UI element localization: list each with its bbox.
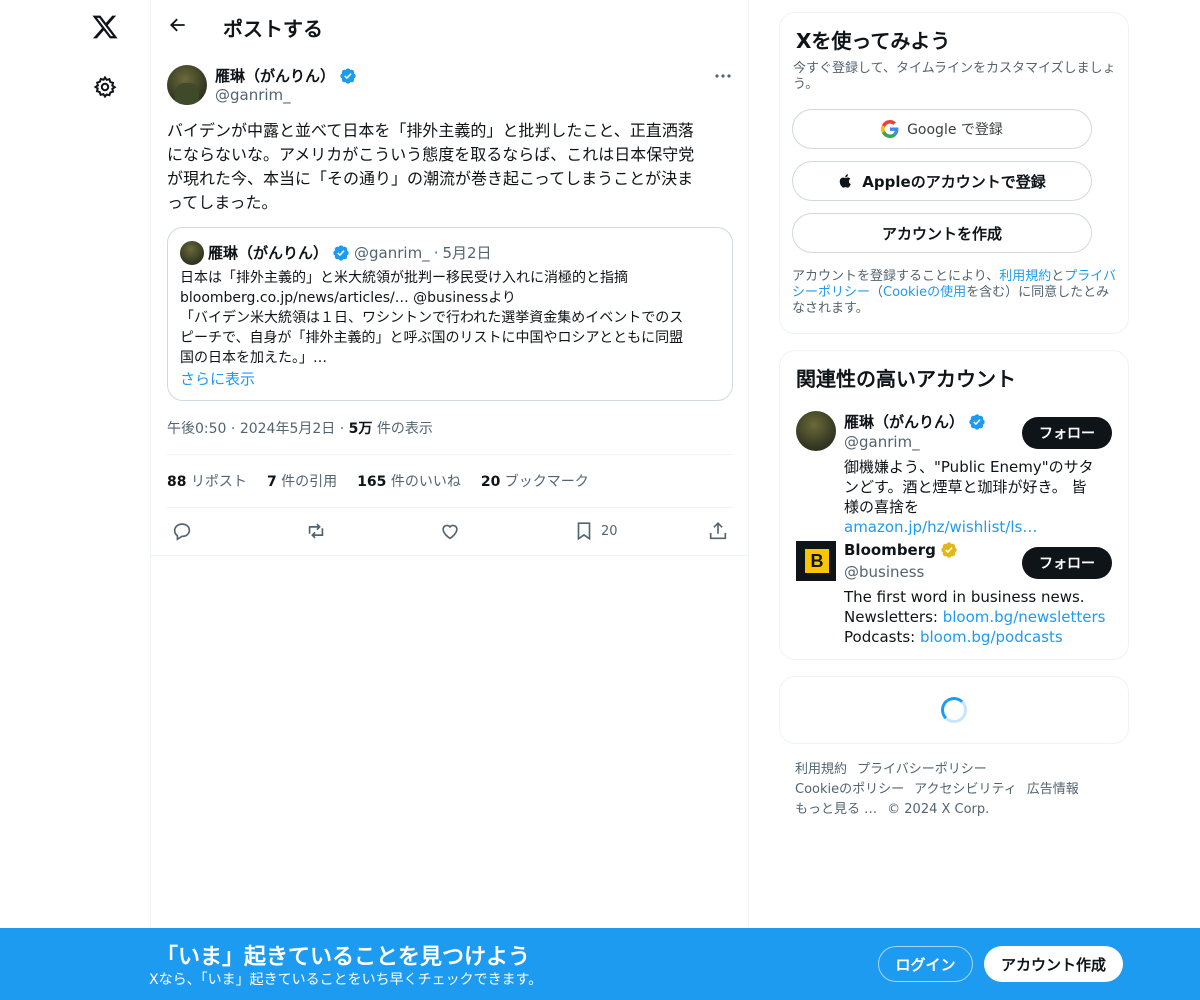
reply-icon[interactable] xyxy=(171,518,193,544)
repost-icon[interactable] xyxy=(305,518,327,544)
author-name-text: 雁琳（がんりん） xyxy=(215,67,336,85)
relevant-accounts-card: 関連性の高いアカウント 雁琳（がんりん） @ganrim_ 御機嫌よう、"Pub… xyxy=(779,350,1129,660)
divider xyxy=(167,507,733,508)
legal-text: アカウントを登録することにより、利用規約とプライバシーポリシー（Cookieの使… xyxy=(792,269,1117,316)
verified-badge-icon xyxy=(333,244,349,261)
signup-title: Xを使ってみよう xyxy=(796,29,951,53)
views-label: 件の表示 xyxy=(376,421,433,437)
stat-bookmarks[interactable]: 20 ブックマーク xyxy=(481,471,589,491)
follow-button[interactable]: フォロー xyxy=(1022,547,1112,579)
bookmark-button[interactable]: 20 xyxy=(573,518,618,544)
more-options-icon[interactable] xyxy=(711,64,735,88)
footer-more-link[interactable]: もっと見る … xyxy=(795,802,877,817)
tweet-timestamp: 午後0:50 · 2024年5月2日 · 5万 件の表示 xyxy=(167,421,433,437)
divider xyxy=(167,454,733,455)
views-count: 5万 xyxy=(348,421,373,437)
author-name[interactable]: 雁琳（がんりん） xyxy=(215,65,357,86)
dot-separator: · xyxy=(433,243,439,262)
engagement-stats: 88 リポスト 7 件の引用 165 件のいいね 20 ブックマーク xyxy=(167,471,589,491)
account-item[interactable]: 雁琳（がんりん） @ganrim_ 御機嫌よう、"Public Enemy"のサ… xyxy=(796,411,1116,536)
create-account-label: アカウントを作成 xyxy=(881,224,1002,243)
account-name[interactable]: Bloomberg xyxy=(844,541,958,559)
header: ポストする xyxy=(151,0,749,53)
left-nav xyxy=(0,0,150,1000)
apple-signup-label: Appleのアカウントで登録 xyxy=(862,172,1046,191)
like-icon[interactable] xyxy=(439,518,461,544)
quote-header: 雁琳（がんりん） @ganrim_ · 5月2日 xyxy=(208,242,492,263)
footer-privacy-link[interactable]: プライバシーポリシー xyxy=(857,762,987,777)
tweet-actions: 20 xyxy=(167,518,733,544)
quote-date: 5月2日 xyxy=(442,244,492,262)
author-handle[interactable]: @ganrim_ xyxy=(215,86,291,104)
account-item[interactable]: B Bloomberg @business The first word in … xyxy=(796,541,1116,651)
bookmark-icon xyxy=(577,522,591,541)
copyright: © 2024 X Corp. xyxy=(887,802,990,817)
back-arrow-icon[interactable] xyxy=(165,12,191,38)
tweet-date[interactable]: 2024年5月2日 xyxy=(240,421,335,437)
gear-icon[interactable] xyxy=(90,72,120,102)
bookmark-count: 20 xyxy=(601,523,618,539)
share-icon[interactable] xyxy=(707,518,729,544)
google-signup-label: Google で登録 xyxy=(907,122,1003,138)
stat-likes[interactable]: 165 件のいいね xyxy=(357,471,461,491)
google-signup-button[interactable]: Google で登録 xyxy=(792,109,1092,149)
account-handle[interactable]: @ganrim_ xyxy=(844,433,920,451)
footer-accessibility-link[interactable]: アクセシビリティ xyxy=(914,782,1017,797)
verified-badge-icon xyxy=(969,413,985,430)
quote-body: 日本は「排外主義的」と米大統領が批判ー移民受け入れに消極的と指摘 bloombe… xyxy=(180,270,684,366)
podcasts-link[interactable]: bloom.bg/podcasts xyxy=(920,628,1063,646)
login-button[interactable]: ログイン xyxy=(878,946,973,982)
cookie-link[interactable]: Cookieの使用 xyxy=(883,285,966,300)
footer-ads-link[interactable]: 広告情報 xyxy=(1027,782,1079,797)
bloomberg-logo-icon[interactable]: B xyxy=(796,541,836,581)
x-logo-icon[interactable] xyxy=(88,10,122,44)
footer-cookie-link[interactable]: Cookieのポリシー xyxy=(795,782,904,797)
banner-subtitle: Xなら、「いま」起きていることをいち早くチェックできます。 xyxy=(149,972,543,988)
tweet-text: バイデンが中露と並べて日本を「排外主義的」と批判したこと、正直洒落 にならないな… xyxy=(167,121,695,212)
quote-avatar xyxy=(180,241,204,265)
footer-terms-link[interactable]: 利用規約 xyxy=(795,762,847,777)
account-bio: 御機嫌よう、"Public Enemy"のサタンどす。酒と煙草と珈琲が好き。 皆… xyxy=(844,458,1094,536)
apple-icon xyxy=(840,174,852,188)
avatar[interactable] xyxy=(167,65,207,105)
verified-badge-icon xyxy=(339,67,357,85)
signup-button[interactable]: アカウント作成 xyxy=(984,946,1123,982)
divider xyxy=(151,555,749,556)
quoted-tweet[interactable]: 雁琳（がんりん） @ganrim_ · 5月2日 日本は「排外主義的」と米大統領… xyxy=(167,227,733,401)
apple-signup-button[interactable]: Appleのアカウントで登録 xyxy=(792,161,1092,201)
main-column: ポストする 雁琳（がんりん） @ganrim_ バイデンが中露と並べて日本を「排… xyxy=(150,0,749,1000)
account-handle[interactable]: @business xyxy=(844,563,924,581)
quote-author-handle: @ganrim_ xyxy=(354,243,430,262)
page-title: ポストする xyxy=(223,17,323,41)
avatar[interactable] xyxy=(796,411,836,451)
tweet-time[interactable]: 午後0:50 xyxy=(167,421,226,437)
follow-button[interactable]: フォロー xyxy=(1022,417,1112,449)
loading-spinner-icon xyxy=(941,697,967,723)
footer-links: 利用規約 プライバシーポリシー Cookieのポリシー アクセシビリティ 広告情報 も… xyxy=(795,760,1115,820)
show-more-link[interactable]: さらに表示 xyxy=(180,368,255,389)
gold-verified-badge-icon xyxy=(941,542,957,558)
account-name[interactable]: 雁琳（がんりん） xyxy=(844,411,986,432)
loading-card xyxy=(779,676,1129,744)
banner-title: 「いま」起きていることを見つけよう xyxy=(156,945,531,970)
signup-card: Xを使ってみよう 今すぐ登録して、タイムラインをカスタマイズしましょう。 Goo… xyxy=(779,12,1129,334)
newsletters-link[interactable]: bloom.bg/newsletters xyxy=(943,608,1106,626)
signup-subtitle: 今すぐ登録して、タイムラインをカスタマイズしましょう。 xyxy=(793,61,1116,92)
quote-author-name: 雁琳（がんりん） xyxy=(208,244,329,262)
bio-link[interactable]: amazon.jp/hz/wishlist/ls… xyxy=(844,518,1037,536)
stat-quotes[interactable]: 7 件の引用 xyxy=(267,471,337,491)
stat-reposts[interactable]: 88 リポスト xyxy=(167,471,247,491)
terms-link[interactable]: 利用規約 xyxy=(999,269,1051,284)
create-account-button[interactable]: アカウントを作成 xyxy=(792,213,1092,253)
relevant-title: 関連性の高いアカウント xyxy=(796,367,1016,391)
google-icon xyxy=(881,120,899,138)
account-bio: The first word in business news. Newslet… xyxy=(844,588,1106,646)
